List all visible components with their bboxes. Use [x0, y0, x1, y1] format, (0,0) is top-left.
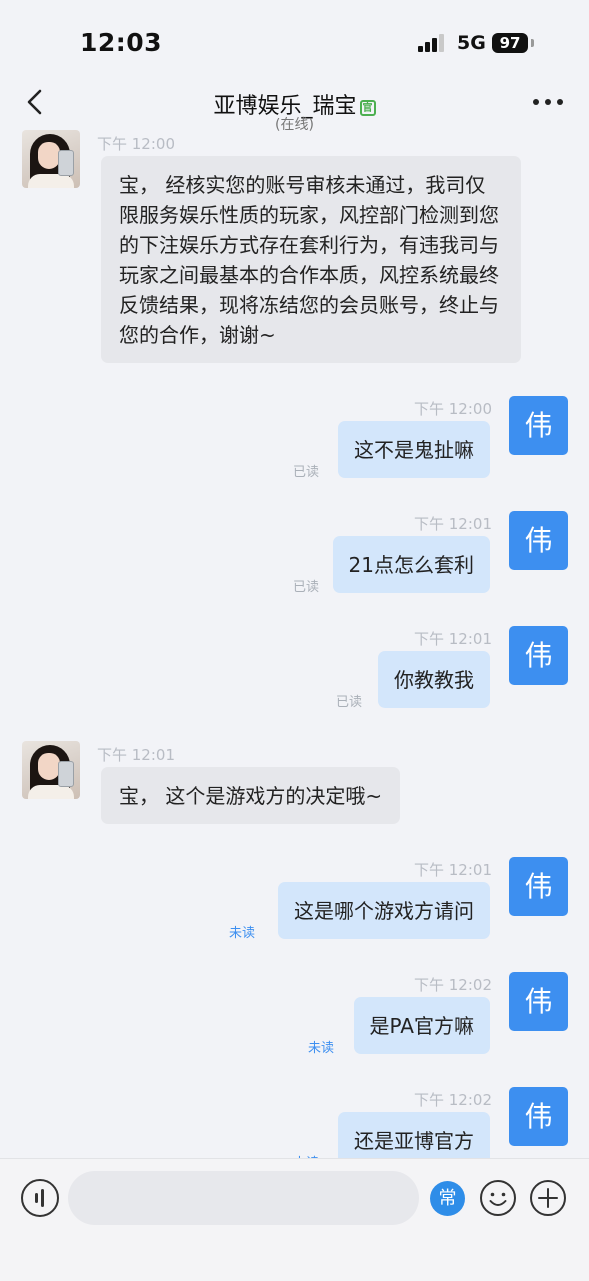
signal-icon	[418, 34, 448, 52]
message-timestamp: 下午 12:00	[97, 135, 175, 153]
message-input[interactable]	[68, 1171, 419, 1225]
my-avatar[interactable]: 伟	[509, 626, 568, 685]
contact-avatar[interactable]	[22, 741, 80, 799]
message-bubble-incoming[interactable]: 宝， 经核实您的账号审核未通过，我司仅限服务娱乐性质的玩家，风控部门检测到您的下…	[101, 156, 521, 363]
message-bubble-outgoing[interactable]: 21点怎么套利	[332, 536, 490, 593]
chat-header: 亚博娱乐_瑞宝官 (在线)	[0, 80, 589, 133]
message-timestamp: 下午 12:02	[414, 976, 492, 994]
plus-icon[interactable]	[529, 1179, 567, 1217]
read-status: 已读	[293, 465, 320, 480]
message-timestamp: 下午 12:01	[414, 861, 492, 879]
my-avatar[interactable]: 伟	[509, 857, 568, 916]
message-timestamp: 下午 12:01	[414, 515, 492, 533]
unread-status: 未读	[229, 926, 256, 941]
unread-status: 未读	[308, 1041, 335, 1056]
more-dots-icon[interactable]	[533, 99, 563, 107]
read-status: 已读	[293, 580, 320, 595]
my-avatar[interactable]: 伟	[509, 972, 568, 1031]
message-bubble-outgoing[interactable]: 这不是鬼扯嘛	[338, 421, 490, 478]
voice-icon[interactable]	[21, 1179, 59, 1217]
message-timestamp: 下午 12:02	[414, 1091, 492, 1109]
status-bar: 12:03 5G 97	[0, 0, 589, 80]
message-timestamp: 下午 12:01	[414, 630, 492, 648]
status-time: 12:03	[80, 28, 163, 57]
battery-icon: 97	[492, 33, 528, 53]
message-bubble-incoming[interactable]: 宝， 这个是游戏方的决定哦~	[101, 767, 401, 824]
contact-avatar[interactable]	[22, 130, 80, 188]
online-status: (在线)	[275, 117, 314, 133]
message-bubble-outgoing[interactable]: 是PA官方嘛	[353, 997, 490, 1054]
message-bubble-outgoing[interactable]: 你教教我	[378, 651, 490, 708]
emoji-icon[interactable]	[479, 1179, 517, 1217]
read-status: 已读	[336, 695, 363, 710]
message-timestamp: 下午 12:01	[97, 746, 175, 764]
my-avatar[interactable]: 伟	[509, 396, 568, 455]
my-avatar[interactable]: 伟	[509, 511, 568, 570]
common-phrases-button[interactable]: 常	[430, 1181, 465, 1216]
battery-tip	[531, 39, 534, 47]
message-timestamp: 下午 12:00	[414, 400, 492, 418]
input-bar: 常	[0, 1158, 589, 1281]
my-avatar[interactable]: 伟	[509, 1087, 568, 1146]
message-bubble-outgoing[interactable]: 这是哪个游戏方请问	[278, 882, 490, 939]
network-type: 5G	[457, 32, 486, 54]
